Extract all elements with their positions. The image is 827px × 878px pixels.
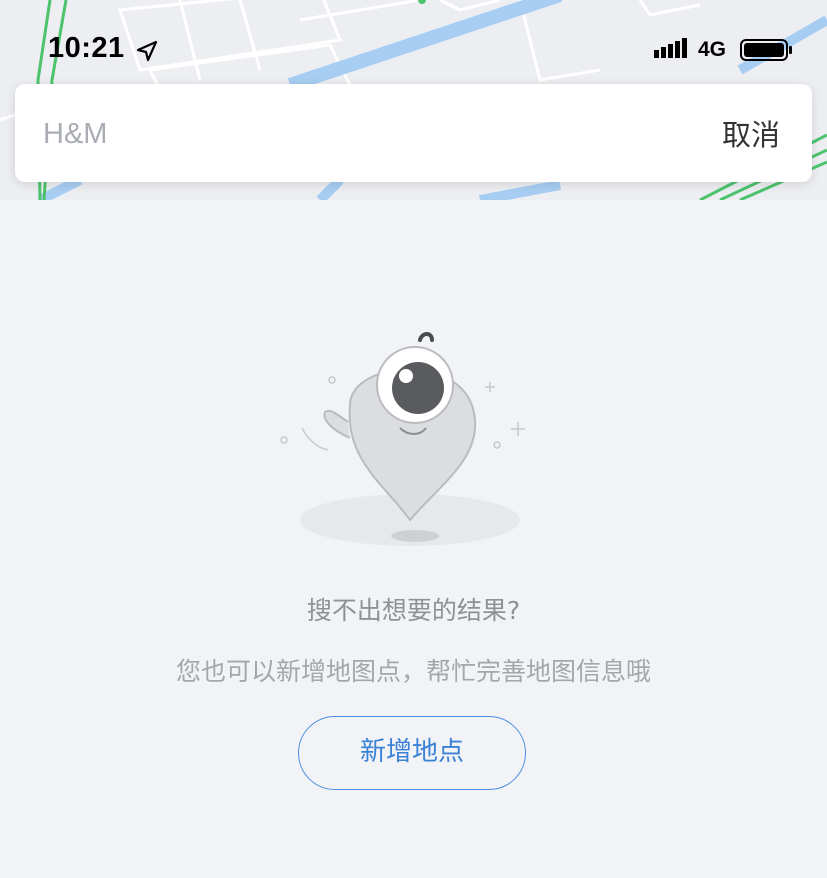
network-type: 4G xyxy=(698,38,727,61)
signal-icon xyxy=(654,38,687,58)
empty-mascot-illustration xyxy=(280,332,525,546)
status-bar: 10:21 4G xyxy=(0,30,827,70)
search-input[interactable] xyxy=(43,112,643,156)
empty-state-title: 搜不出想要的结果? xyxy=(306,596,521,625)
status-time: 10:21 xyxy=(48,32,125,64)
cancel-button[interactable]: 取消 xyxy=(722,112,780,154)
screen: 10:21 4G 取消 xyxy=(0,0,827,878)
search-bar: 取消 xyxy=(15,84,812,182)
add-place-button[interactable]: 新增地点 xyxy=(298,716,526,790)
location-arrow-icon xyxy=(136,40,158,62)
empty-state-subtitle: 您也可以新增地图点，帮忙完善地图信息哦 xyxy=(175,657,651,686)
battery-icon xyxy=(740,39,792,61)
